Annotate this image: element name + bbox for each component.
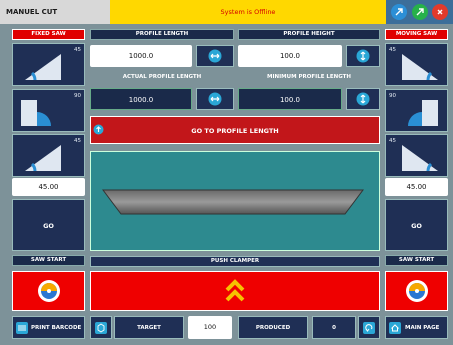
round-exit-icon[interactable] [432,4,449,20]
print-barcode-label: PRINT BARCODE [31,324,82,331]
fixed-saw-angle-input[interactable]: 45.00 [12,178,85,196]
moving-saw-angle-90[interactable]: 90 [385,89,448,132]
fixed-saw-title: FIXED SAW [12,29,85,40]
round-arrow-icon[interactable] [390,4,407,20]
main-page-button[interactable]: MAIN PAGE [385,316,448,339]
angle-value-label: 45 [74,47,81,53]
horizontal-arrows-icon [208,49,222,63]
angle-45-icon [25,145,61,172]
fixed-saw-start-label: SAW START [12,255,85,266]
produced-value-box: 0 [312,316,356,339]
push-clamper-button[interactable] [90,271,380,311]
angle-value-label: 90 [389,93,396,99]
print-barcode-button[interactable]: PRINT BARCODE [12,316,85,339]
moving-saw-title: MOVING SAW [385,29,448,40]
moving-saw-start-button[interactable] [385,271,448,311]
system-status: System is Offline [110,0,386,24]
target-input[interactable]: 100 [188,316,232,339]
fixed-saw-angle-45-right[interactable]: 45 [12,134,85,177]
fixed-saw-start-button[interactable] [12,271,85,311]
actual-length-label: ACTUAL PROFILE LENGTH [122,74,202,80]
profile-height-input[interactable]: 100.0 [238,45,342,67]
profile-preview-canvas [90,151,380,251]
min-length-arrows-button[interactable] [346,88,380,110]
home-icon [389,321,401,334]
counter-icon-button[interactable] [90,316,112,339]
go-to-profile-length-button[interactable]: GO TO PROFILE LENGTH [90,116,380,144]
profile-length-input[interactable]: 1000.0 [90,45,192,67]
angle-45-mirrored-icon [402,145,438,172]
angle-45-icon [25,54,61,81]
angle-value-label: 45 [389,138,396,144]
arrow-up-circle-icon [93,124,104,135]
fixed-saw-angle-90[interactable]: 90 [12,89,85,132]
min-length-label: MINIMUM PROFILE LENGTH [266,74,352,80]
saw-blade-icon [37,280,60,302]
produced-label-box: PRODUCED [238,316,308,339]
vertical-arrows-icon [356,92,370,106]
height-arrows-button[interactable] [346,45,380,67]
app-title: MANUEL CUT [6,8,58,16]
min-length-display: 100.0 [238,88,342,110]
horizontal-arrows-icon [208,92,222,106]
length-arrows-button[interactable] [196,45,234,67]
profile-bar-shape [102,189,364,215]
moving-saw-angle-45-left[interactable]: 45 [385,43,448,86]
moving-saw-angle-input[interactable]: 45.00 [385,178,448,196]
produced-label: PRODUCED [255,324,291,331]
fixed-saw-go-button[interactable]: GO [12,199,85,251]
reset-counter-button[interactable] [358,316,380,339]
push-clamper-label: PUSH CLAMPER [90,256,380,267]
actual-length-display: 1000.0 [90,88,192,110]
reset-icon [363,321,375,334]
actual-length-arrows-button[interactable] [196,88,234,110]
cube-icon [95,321,107,334]
top-icon-group [386,0,453,24]
go-to-profile-length-label: GO TO PROFILE LENGTH [191,127,279,135]
moving-saw-go-button[interactable]: GO [385,199,448,251]
angle-value-label: 90 [74,93,81,99]
barcode-icon [16,321,28,334]
target-label-box: TARGET [114,316,184,339]
angle-value-label: 45 [389,47,396,53]
profile-length-label: PROFILE LENGTH [90,29,234,40]
angle-45-mirrored-icon [402,54,438,81]
vertical-arrows-icon [356,49,370,63]
produced-value: 0 [332,324,336,331]
fixed-saw-angle-45-left[interactable]: 45 [12,43,85,86]
saw-blade-icon [405,280,428,302]
double-chevron-up-icon [225,279,245,302]
angle-90-mirrored-icon [408,100,438,126]
main-page-label: MAIN PAGE [405,324,440,331]
moving-saw-start-label: SAW START [385,255,448,266]
angle-90-icon [21,100,51,126]
target-label: TARGET [137,324,161,331]
moving-saw-angle-45-right[interactable]: 45 [385,134,448,177]
profile-height-label: PROFILE HEIGHT [238,29,380,40]
angle-value-label: 45 [74,138,81,144]
round-check-icon[interactable] [411,4,428,20]
